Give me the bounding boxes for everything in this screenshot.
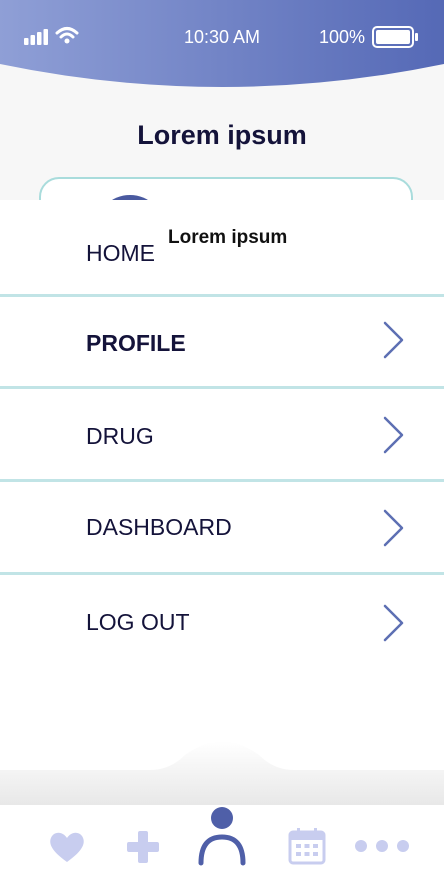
chevron-right-icon: [383, 604, 404, 642]
menu-item-label: DRUG: [86, 423, 154, 449]
menu-item-label: DASHBOARD: [86, 514, 232, 540]
more-icon[interactable]: [353, 839, 413, 853]
menu-item-label: LOG OUT: [86, 609, 190, 635]
phone-screen: 10:30 AM 100% Lorem ipsum HOME Lorem ips…: [0, 0, 444, 888]
tab-bar: [0, 805, 444, 888]
heart-icon[interactable]: [48, 830, 86, 864]
menu-item-label: HOME: [86, 240, 155, 266]
menu-item-label: PROFILE: [86, 330, 186, 356]
plus-icon[interactable]: [125, 829, 161, 865]
menu-item-log-out[interactable]: LOG OUT: [0, 577, 444, 669]
person-icon[interactable]: [196, 805, 248, 867]
menu-item-home[interactable]: HOME: [0, 205, 444, 297]
page-title: Lorem ipsum: [137, 120, 307, 150]
menu-item-profile[interactable]: PROFILE: [0, 297, 444, 389]
battery-icon: [372, 26, 418, 48]
menu-item-drug[interactable]: DRUG: [0, 390, 444, 482]
chevron-right-icon: [383, 416, 404, 454]
overlay-title: Lorem ipsum: [168, 227, 288, 248]
chevron-right-icon: [383, 509, 404, 547]
tabbar-bump: [0, 741, 444, 810]
menu-item-dashboard[interactable]: DASHBOARD: [0, 483, 444, 575]
battery-percentage: 100%: [319, 27, 366, 47]
chevron-right-icon: [383, 321, 404, 359]
calendar-icon[interactable]: [288, 827, 326, 865]
status-bar: 10:30 AM 100%: [0, 0, 444, 90]
